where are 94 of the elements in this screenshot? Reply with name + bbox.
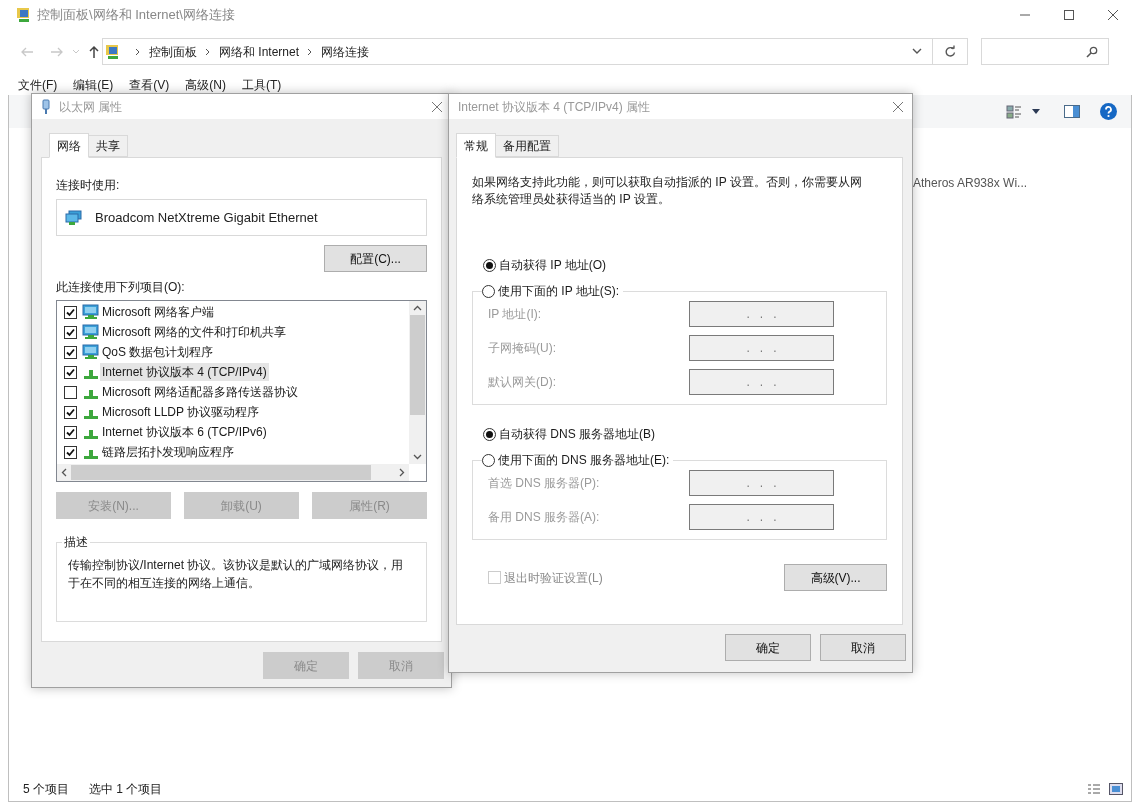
scrollbar-thumb[interactable] bbox=[71, 465, 371, 480]
checkbox[interactable] bbox=[64, 305, 77, 319]
menu-item[interactable]: 文件(F) bbox=[18, 76, 58, 94]
scroll-right-icon[interactable] bbox=[399, 468, 405, 477]
dropdown-caret-icon[interactable] bbox=[1032, 109, 1040, 114]
scroll-left-icon[interactable] bbox=[61, 468, 67, 477]
breadcrumb[interactable]: 网络连接 bbox=[321, 42, 370, 61]
horizontal-scrollbar[interactable] bbox=[57, 464, 409, 481]
network-protocol-icon bbox=[84, 450, 98, 459]
control-panel-icon bbox=[16, 7, 32, 23]
item-description: Atheros AR938x Wi... bbox=[913, 175, 1028, 192]
dialog-title: Internet 协议版本 4 (TCP/IPv4) 属性 bbox=[458, 98, 651, 116]
search-field[interactable] bbox=[981, 38, 1109, 65]
checkbox[interactable] bbox=[64, 325, 77, 339]
chevron-right-icon[interactable] bbox=[205, 47, 211, 56]
view-options-icon[interactable] bbox=[1006, 104, 1022, 119]
menu-item[interactable]: 高级(N) bbox=[185, 76, 226, 94]
radio-button[interactable] bbox=[482, 284, 495, 298]
scroll-up-icon[interactable] bbox=[413, 305, 422, 311]
description-text: 传输控制协议/Internet 协议。该协议是默认的广域网络协议，用于在不同的相互连接的网络上通信。 bbox=[68, 557, 405, 592]
radio-button[interactable] bbox=[483, 258, 496, 272]
status-text: 5 个项目 bbox=[23, 781, 69, 798]
radio-button[interactable] bbox=[483, 427, 496, 441]
list-item[interactable]: QoS 数据包计划程序 bbox=[100, 343, 216, 361]
tab[interactable]: 常规 bbox=[456, 133, 496, 158]
network-adapter-icon bbox=[65, 209, 83, 226]
field-label: 连接时使用: bbox=[56, 177, 121, 192]
menu-item[interactable]: 查看(V) bbox=[129, 76, 170, 94]
field-label: 子网掩码(U): bbox=[488, 340, 556, 357]
field-label: IP 地址(I): bbox=[488, 306, 542, 323]
large-icons-view-icon[interactable] bbox=[1109, 783, 1123, 795]
close-icon[interactable] bbox=[892, 100, 904, 113]
dialog-title: 以太网 属性 bbox=[59, 98, 123, 116]
menu-item[interactable]: 工具(T) bbox=[242, 76, 282, 94]
monitor-icon bbox=[82, 344, 100, 360]
network-protocol-icon bbox=[84, 410, 98, 419]
list-item[interactable]: Microsoft 网络客户端 bbox=[100, 303, 216, 321]
close-icon[interactable] bbox=[431, 100, 443, 113]
dropdown-caret-icon[interactable] bbox=[912, 48, 922, 55]
list-item[interactable]: Microsoft LLDP 协议驱动程序 bbox=[100, 403, 262, 421]
status-text: 选中 1 个项目 bbox=[89, 781, 163, 798]
address-bar[interactable]: 控制面板 网络和 Internet 网络连接 bbox=[102, 38, 933, 65]
list-item[interactable]: Microsoft 网络适配器多路传送器协议 bbox=[100, 383, 300, 401]
menu-item[interactable]: 编辑(E) bbox=[73, 76, 114, 94]
button[interactable]: 高级(V)... bbox=[784, 564, 887, 591]
radio-button[interactable] bbox=[482, 453, 495, 467]
breadcrumb[interactable]: 控制面板 bbox=[149, 42, 197, 61]
checkbox[interactable] bbox=[64, 405, 77, 419]
checkbox[interactable] bbox=[64, 385, 77, 399]
radio-label[interactable]: 自动获得 DNS 服务器地址(B) bbox=[499, 425, 655, 443]
tab[interactable]: 备用配置 bbox=[496, 135, 559, 157]
monitor-icon bbox=[82, 304, 100, 320]
group-label: 描述 bbox=[62, 533, 90, 551]
up-arrow-icon[interactable] bbox=[88, 44, 100, 59]
refresh-icon bbox=[944, 45, 956, 58]
vertical-scrollbar[interactable] bbox=[409, 301, 426, 464]
window-title: 控制面板\网络和 Internet\网络连接 bbox=[37, 6, 235, 25]
checkbox[interactable] bbox=[64, 345, 77, 359]
field-label: 首选 DNS 服务器(P): bbox=[488, 475, 600, 492]
field-label: 默认网关(D): bbox=[488, 374, 556, 391]
breadcrumb[interactable]: 网络和 Internet bbox=[219, 42, 300, 61]
refresh-button[interactable] bbox=[933, 38, 968, 65]
scrollbar-thumb[interactable] bbox=[410, 315, 425, 415]
network-protocol-icon bbox=[84, 430, 98, 439]
chevron-right-icon[interactable] bbox=[135, 47, 141, 56]
control-panel-icon bbox=[105, 43, 121, 60]
help-icon[interactable] bbox=[1100, 103, 1117, 120]
intro-text: 如果网络支持此功能，则可以获取自动指派的 IP 设置。否则，你需要从网络系统管理员处获得适当的 IP 设置。 bbox=[472, 174, 863, 208]
scroll-down-icon[interactable] bbox=[413, 454, 422, 460]
checkbox[interactable] bbox=[64, 365, 77, 379]
list-item[interactable]: Internet 协议版本 4 (TCP/IPv4) bbox=[100, 363, 269, 381]
search-icon bbox=[1086, 45, 1098, 58]
radio-label[interactable]: 自动获得 IP 地址(O) bbox=[499, 256, 607, 274]
tab[interactable]: 共享 bbox=[89, 135, 128, 157]
maximize-icon[interactable] bbox=[1063, 9, 1075, 21]
list-item[interactable]: 链路层拓扑发现响应程序 bbox=[100, 443, 236, 461]
list-item[interactable]: Microsoft 网络的文件和打印机共享 bbox=[100, 323, 288, 341]
ethernet-plug-icon bbox=[41, 98, 51, 115]
adapter-name: Broadcom NetXtreme Gigabit Ethernet bbox=[95, 208, 318, 227]
button[interactable]: 取消 bbox=[820, 634, 906, 661]
close-icon[interactable] bbox=[1107, 9, 1119, 21]
button[interactable]: 确定 bbox=[725, 634, 811, 661]
field-label: 备用 DNS 服务器(A): bbox=[488, 509, 600, 526]
checkbox[interactable] bbox=[64, 445, 77, 459]
chevron-right-icon[interactable] bbox=[307, 47, 314, 56]
tab[interactable]: 网络 bbox=[49, 133, 89, 158]
network-protocol-icon bbox=[84, 370, 98, 379]
checkbox[interactable] bbox=[64, 425, 77, 439]
monitor-icon bbox=[82, 324, 100, 340]
preview-pane-icon[interactable] bbox=[1064, 105, 1080, 118]
field-label: 此连接使用下列项目(O): bbox=[56, 279, 186, 294]
list-item[interactable]: Internet 协议版本 6 (TCP/IPv6) bbox=[100, 423, 269, 441]
network-protocol-icon bbox=[84, 390, 98, 399]
button[interactable]: 配置(C)... bbox=[324, 245, 427, 272]
